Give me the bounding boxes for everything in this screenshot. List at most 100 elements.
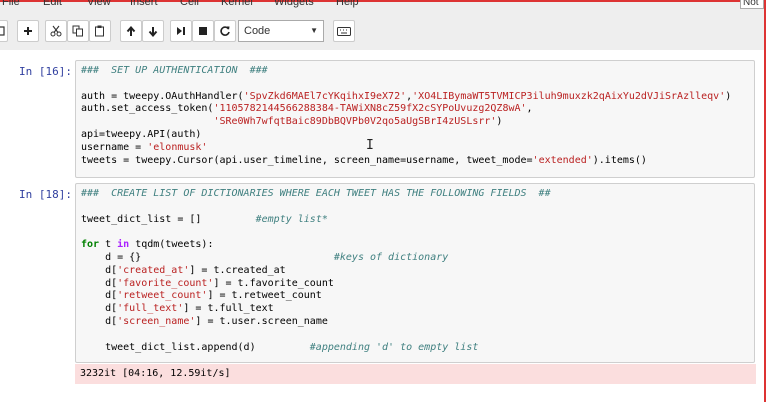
code-token: '1105782144566288384-TAWiXN8cZ59fX2cSYPo… bbox=[213, 103, 527, 115]
code-token: in bbox=[117, 239, 130, 251]
code-line[interactable] bbox=[81, 329, 749, 342]
save-button[interactable] bbox=[0, 20, 8, 42]
copy-button[interactable] bbox=[67, 20, 89, 42]
command-palette-button[interactable] bbox=[333, 20, 355, 42]
stop-icon bbox=[198, 26, 208, 36]
code-token: 'created_at' bbox=[117, 264, 190, 276]
code-cell[interactable]: In [18]: ### CREATE LIST OF DICTIONARIES… bbox=[0, 183, 766, 393]
input-prompt: In [18]: bbox=[19, 188, 72, 201]
code-line[interactable]: d['full_text'] = t.full_text bbox=[81, 303, 749, 316]
notification-box[interactable]: Not bbox=[740, 0, 764, 9]
code-line[interactable]: for t in tqdm(tweets): bbox=[81, 239, 749, 252]
code-token: 'SRe0Wh7wfqtBaic89DbBQVPb0V2qo5aUgSBrI4z… bbox=[213, 116, 497, 128]
menu-help[interactable]: Help bbox=[336, 0, 359, 9]
move-up-button[interactable] bbox=[120, 20, 142, 42]
cell-type-select[interactable]: Code ▼ bbox=[238, 20, 324, 42]
cell-type-value: Code bbox=[244, 25, 271, 37]
code-token: #keys of dictionary bbox=[333, 251, 449, 263]
code-line[interactable]: auth.set_access_token('11057821445662883… bbox=[81, 103, 749, 116]
code-token: ] = t.retweet_count bbox=[207, 290, 322, 302]
code-token: d[ bbox=[81, 277, 118, 289]
code-token: d[ bbox=[81, 303, 118, 315]
code-line[interactable]: ### SET UP AUTHENTICATION ### bbox=[81, 65, 749, 78]
code-line[interactable]: ### CREATE LIST OF DICTIONARIES WHERE EA… bbox=[81, 188, 749, 201]
code-line[interactable]: api=tweepy.API(auth) bbox=[81, 129, 749, 142]
paste-icon bbox=[94, 25, 106, 37]
arrow-up-icon bbox=[126, 25, 136, 37]
menu-file[interactable]: File bbox=[2, 0, 20, 9]
code-token: ).items() bbox=[592, 154, 647, 166]
code-line[interactable] bbox=[81, 78, 749, 91]
code-token: d[ bbox=[81, 264, 118, 276]
code-token: d = {} bbox=[81, 251, 334, 263]
code-token: tqdm(tweets): bbox=[129, 239, 214, 251]
code-line[interactable]: d['created_at'] = t.created_at bbox=[81, 265, 749, 278]
code-line[interactable]: tweets = tweepy.Cursor(api.user_timeline… bbox=[81, 155, 749, 168]
arrow-down-icon bbox=[148, 26, 158, 37]
code-token: for bbox=[81, 239, 100, 251]
code-line[interactable]: d = {} #keys of dictionary bbox=[81, 252, 749, 265]
output-stderr: 3232it [04:16, 12.59it/s] bbox=[75, 364, 756, 384]
code-line[interactable]: d['favorite_count'] = t.favorite_count bbox=[81, 278, 749, 291]
code-line[interactable]: 'SRe0Wh7wfqtBaic89DbBQVPb0V2qo5aUgSBrI4z… bbox=[81, 116, 749, 129]
code-token: ] = t.full_text bbox=[183, 303, 274, 315]
code-token: api=tweepy.API(auth) bbox=[81, 128, 202, 140]
insert-cell-button[interactable] bbox=[17, 20, 39, 42]
menu-view[interactable]: View bbox=[87, 0, 111, 9]
interrupt-button[interactable] bbox=[192, 20, 214, 42]
keyboard-icon bbox=[337, 26, 351, 36]
cut-icon bbox=[50, 25, 62, 37]
menu-kernel[interactable]: Kernel bbox=[221, 0, 253, 9]
code-line[interactable]: auth = tweepy.OAuthHandler('SpvZkd6MAEl7… bbox=[81, 91, 749, 104]
code-token: auth = tweepy.OAuthHandler( bbox=[81, 90, 244, 102]
restart-button[interactable] bbox=[214, 20, 236, 42]
code-token: tweets = tweepy.Cursor(api.user_timeline… bbox=[81, 154, 533, 166]
code-token: ] = t.favorite_count bbox=[213, 277, 334, 289]
restart-icon bbox=[219, 25, 231, 37]
code-token: d[ bbox=[81, 290, 118, 302]
code-token: ) bbox=[496, 116, 503, 128]
code-token: 'extended' bbox=[532, 154, 593, 166]
code-line[interactable] bbox=[81, 226, 749, 239]
code-token: t bbox=[99, 239, 118, 251]
code-token: ### CREATE LIST OF DICTIONARIES WHERE EA… bbox=[81, 188, 551, 199]
code-line[interactable]: username = 'elonmusk' bbox=[81, 142, 749, 155]
code-token: 'XO4LIBymaWT5TVMICP3iluh9muxzk2qAixYu2dV… bbox=[412, 90, 726, 102]
menu-edit[interactable]: Edit bbox=[43, 0, 62, 9]
code-cell[interactable]: In [16]: ### SET UP AUTHENTICATION ### a… bbox=[0, 60, 766, 178]
code-line[interactable]: d['retweet_count'] = t.retweet_count bbox=[81, 290, 749, 303]
menu-widgets[interactable]: Widgets bbox=[274, 0, 314, 9]
code-token: , bbox=[526, 103, 533, 115]
code-token: tweet_dict_list = [] bbox=[81, 213, 256, 225]
code-token: 'full_text' bbox=[117, 303, 184, 315]
code-text[interactable]: ### SET UP AUTHENTICATION ### auth = twe… bbox=[76, 61, 754, 171]
paste-button[interactable] bbox=[89, 20, 111, 42]
menubar: File Edit View Insert Cell Kernel Widget… bbox=[0, 0, 766, 10]
code-token: 'screen_name' bbox=[117, 315, 196, 327]
code-line[interactable]: d['screen_name'] = t.user.screen_name bbox=[81, 316, 749, 329]
code-line[interactable] bbox=[81, 201, 749, 214]
code-text[interactable]: ### CREATE LIST OF DICTIONARIES WHERE EA… bbox=[76, 184, 754, 358]
code-token: #appending 'd' to empty list bbox=[309, 341, 479, 353]
code-token: ] = t.created_at bbox=[189, 264, 286, 276]
code-editor[interactable]: ### SET UP AUTHENTICATION ### auth = twe… bbox=[75, 60, 755, 178]
move-down-button[interactable] bbox=[142, 20, 164, 42]
code-token: 'retweet_count' bbox=[117, 290, 208, 302]
code-token: d[ bbox=[81, 315, 118, 327]
input-prompt: In [16]: bbox=[19, 65, 72, 78]
caret-down-icon: ▼ bbox=[310, 26, 318, 35]
menu-insert[interactable]: Insert bbox=[130, 0, 158, 9]
code-token: auth.set_access_token( bbox=[81, 103, 214, 115]
code-token: ) bbox=[725, 90, 732, 102]
code-editor[interactable]: ### CREATE LIST OF DICTIONARIES WHERE EA… bbox=[75, 183, 755, 363]
cut-button[interactable] bbox=[45, 20, 67, 42]
menu-cell[interactable]: Cell bbox=[180, 0, 199, 9]
code-line[interactable]: tweet_dict_list.append(d) #appending 'd'… bbox=[81, 342, 749, 355]
code-token: 'SpvZkd6MAEl7cYKqihxI9eX72' bbox=[243, 90, 407, 102]
run-button[interactable] bbox=[170, 20, 192, 42]
step-run-icon bbox=[176, 26, 186, 36]
toolbar: Code ▼ bbox=[0, 17, 766, 45]
code-line[interactable]: tweet_dict_list = [] #empty list* bbox=[81, 214, 749, 227]
copy-icon bbox=[72, 25, 84, 37]
